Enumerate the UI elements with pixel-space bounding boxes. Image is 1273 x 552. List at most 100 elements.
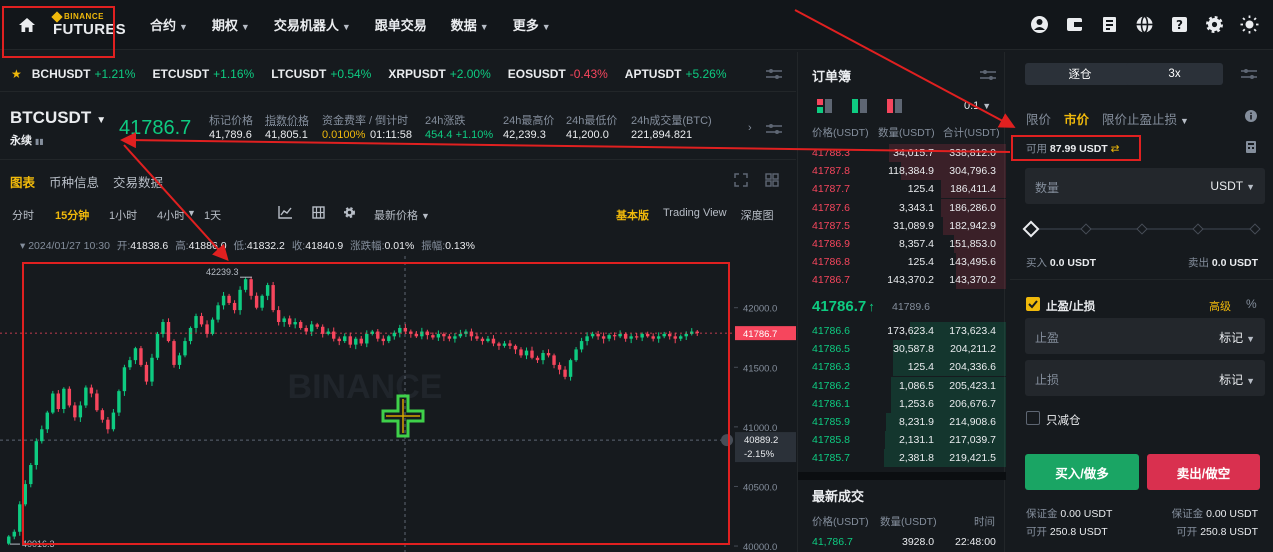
chart-view-0[interactable]: 基本版 bbox=[616, 207, 649, 223]
ticker-item-1[interactable]: ETCUSDT +1.16% bbox=[152, 67, 254, 81]
fullscreen-icon[interactable] bbox=[734, 173, 748, 190]
bids-row[interactable]: 41786.6 173,623.4 173,623.4 bbox=[798, 322, 1006, 340]
ticker-item-5[interactable]: APTUSDT +5.26% bbox=[625, 67, 727, 81]
reduce-only-checkbox[interactable] bbox=[1026, 411, 1040, 425]
order-type-market[interactable]: 市价 bbox=[1064, 109, 1089, 128]
leverage-button[interactable]: 3x bbox=[1126, 63, 1223, 85]
nav-item-3[interactable]: 跟单交易 bbox=[375, 15, 427, 34]
interval-0[interactable]: 分时 bbox=[12, 207, 34, 223]
slider-handle[interactable] bbox=[1023, 221, 1040, 238]
indicator-icon[interactable] bbox=[278, 206, 292, 222]
symbol-selector[interactable]: BTCUSDT ▼ bbox=[10, 108, 106, 128]
layout-grid-icon[interactable] bbox=[765, 173, 779, 190]
nav-item-0[interactable]: 合约 ▼ bbox=[150, 15, 188, 34]
sell-short-button[interactable]: 卖出/做空 bbox=[1147, 454, 1260, 490]
chart-view-1[interactable]: Trading View bbox=[663, 207, 727, 223]
help-icon[interactable]: ? bbox=[1170, 15, 1189, 34]
quantity-input[interactable]: 数量 USDT ▼ bbox=[1025, 168, 1265, 204]
order-book-settings-icon[interactable] bbox=[980, 68, 996, 85]
sl-trigger-dropdown[interactable]: 标记 ▼ bbox=[1219, 371, 1255, 388]
nav-item-2[interactable]: 交易机器人 ▼ bbox=[274, 15, 351, 34]
slider-step-100[interactable] bbox=[1249, 223, 1260, 234]
wallet-icon[interactable] bbox=[1065, 15, 1084, 34]
book-bids-only-icon[interactable] bbox=[852, 99, 867, 116]
bids-row[interactable]: 41786.2 1,086.5 205,423.1 bbox=[798, 377, 1006, 395]
bids-row[interactable]: 41785.7 2,381.8 219,421.5 bbox=[798, 449, 1006, 467]
chart-type-icon[interactable] bbox=[312, 206, 325, 222]
chart-view-2[interactable]: 深度图 bbox=[741, 207, 774, 223]
take-profit-input[interactable]: 止盈 标记 ▼ bbox=[1025, 318, 1265, 354]
bids-row[interactable]: 41786.5 30,587.8 204,211.2 bbox=[798, 340, 1006, 358]
slider-step-25[interactable] bbox=[1080, 223, 1091, 234]
asks-price: 41786.9 bbox=[812, 238, 850, 250]
ticker-settings-icon[interactable] bbox=[766, 67, 782, 84]
percent-icon[interactable]: % bbox=[1246, 297, 1257, 311]
chart-tab-2[interactable]: 交易数据 bbox=[113, 172, 163, 191]
asks-row[interactable]: 41786.7 143,370.2 143,370.2 bbox=[798, 271, 1006, 289]
ohlc-caret-icon[interactable]: ▾ bbox=[20, 240, 25, 252]
bids-row[interactable]: 41785.8 2,131.1 217,039.7 bbox=[798, 431, 1006, 449]
tick-size-dropdown[interactable]: 0.1 ▼ bbox=[964, 100, 991, 112]
calculator-icon[interactable] bbox=[1246, 141, 1256, 156]
interval-1[interactable]: 15分钟 bbox=[55, 207, 89, 223]
nav-item-1[interactable]: 期权 ▼ bbox=[212, 15, 250, 34]
tp-trigger-dropdown[interactable]: 标记 ▼ bbox=[1219, 329, 1255, 346]
ticker-item-2[interactable]: LTCUSDT +0.54% bbox=[271, 67, 371, 81]
ticker-item-3[interactable]: XRPUSDT +2.00% bbox=[388, 67, 490, 81]
mark-price-label: 标记价格 bbox=[209, 112, 253, 128]
funding-rate: 0.0100% bbox=[322, 129, 365, 141]
info-icon[interactable] bbox=[1245, 110, 1257, 125]
quantity-slider[interactable] bbox=[1025, 222, 1265, 236]
chart-view-switch: 基本版 Trading View 深度图 bbox=[616, 207, 774, 223]
ticker-item-0[interactable]: BCHUSDT +1.21% bbox=[32, 67, 136, 81]
settings-gear-icon[interactable] bbox=[1205, 15, 1224, 34]
chart-settings-gear-icon[interactable] bbox=[343, 206, 356, 222]
asks-row[interactable]: 41787.5 31,089.9 182,942.9 bbox=[798, 217, 1006, 235]
interval-3[interactable]: 4小时 bbox=[157, 207, 185, 223]
slider-step-75[interactable] bbox=[1192, 223, 1203, 234]
transfer-icon[interactable]: ⇄ bbox=[1111, 143, 1120, 155]
bids-total: 205,423.1 bbox=[949, 380, 996, 392]
user-icon[interactable] bbox=[1030, 15, 1049, 34]
bids-row[interactable]: 41786.3 125.4 204,336.6 bbox=[798, 358, 1006, 376]
asks-row[interactable]: 41786.8 125.4 143,495.6 bbox=[798, 253, 1006, 271]
slider-step-50[interactable] bbox=[1136, 223, 1147, 234]
trades-col-qty: 数量(USDT) bbox=[880, 514, 937, 529]
ohlc-amplitude: 0.13% bbox=[445, 240, 475, 252]
order-settings-icon[interactable] bbox=[1241, 67, 1257, 84]
quantity-unit-dropdown[interactable]: USDT ▼ bbox=[1210, 179, 1255, 193]
margin-mode-button[interactable]: 逐仓 bbox=[1025, 63, 1135, 85]
book-both-sides-icon[interactable] bbox=[817, 99, 832, 116]
asks-row[interactable]: 41786.9 8,357.4 151,853.0 bbox=[798, 235, 1006, 253]
tpsl-checkbox[interactable] bbox=[1026, 297, 1040, 311]
symbol-bar-settings-icon[interactable] bbox=[766, 122, 782, 139]
star-icon[interactable]: ★ bbox=[11, 67, 22, 81]
bids-row[interactable]: 41785.9 8,231.9 214,908.6 bbox=[798, 413, 1006, 431]
theme-toggle-icon[interactable] bbox=[1240, 15, 1259, 34]
interval-4[interactable]: 1天 bbox=[204, 207, 221, 223]
order-type-stop-limit[interactable]: 限价止盈止损 ▼ bbox=[1102, 109, 1189, 128]
index-price-label[interactable]: 指数价格 bbox=[265, 112, 309, 128]
buy-long-button[interactable]: 买入/做多 bbox=[1025, 454, 1139, 490]
asks-row[interactable]: 41787.8 118,384.9 304,796.3 bbox=[798, 162, 1006, 180]
asks-row[interactable]: 41788.3 34,015.7 338,812.0 bbox=[798, 144, 1006, 162]
chart-tab-0[interactable]: 图表 bbox=[10, 172, 35, 191]
nav-item-4[interactable]: 数据 ▼ bbox=[451, 15, 489, 34]
globe-icon[interactable] bbox=[1135, 15, 1154, 34]
ticker-item-4[interactable]: EOSUSDT -0.43% bbox=[508, 67, 608, 81]
asks-row[interactable]: 41787.7 125.4 186,411.4 bbox=[798, 180, 1006, 198]
ticker-symbol: EOSUSDT bbox=[508, 67, 566, 81]
bids-row[interactable]: 41786.1 1,253.6 206,676.7 bbox=[798, 395, 1006, 413]
sell-max-open: 可开 250.8 USDT bbox=[1176, 524, 1258, 539]
nav-item-5[interactable]: 更多 ▼ bbox=[513, 15, 551, 34]
tpsl-advanced-link[interactable]: 高级 bbox=[1209, 298, 1231, 314]
price-type-dropdown[interactable]: 最新价格 ▼ bbox=[374, 207, 430, 223]
order-type-limit[interactable]: 限价 bbox=[1026, 109, 1051, 128]
orders-icon[interactable] bbox=[1100, 15, 1119, 34]
chart-tab-1[interactable]: 币种信息 bbox=[49, 172, 99, 191]
book-asks-only-icon[interactable] bbox=[887, 99, 902, 116]
asks-row[interactable]: 41787.6 3,343.1 186,286.0 bbox=[798, 199, 1006, 217]
scroll-right-icon[interactable]: › bbox=[748, 122, 752, 134]
stop-loss-input[interactable]: 止损 标记 ▼ bbox=[1025, 360, 1265, 396]
interval-2[interactable]: 1小时 bbox=[109, 207, 137, 223]
